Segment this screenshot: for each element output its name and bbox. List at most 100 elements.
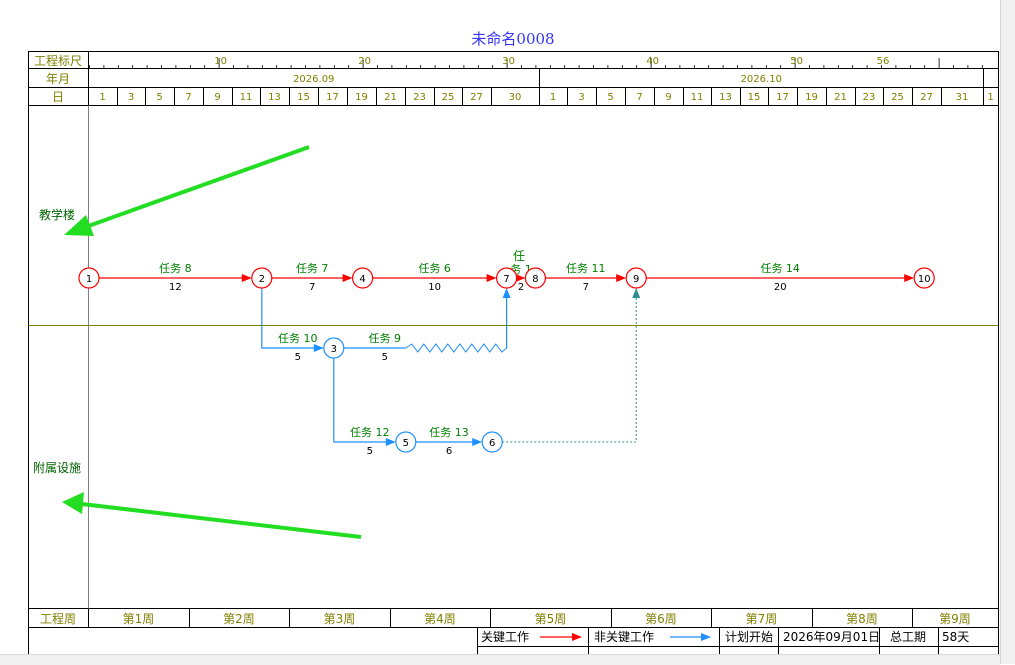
task-name: 任务 14 [760, 262, 800, 275]
day-label: 15 [748, 92, 761, 103]
task-duration: 12 [169, 282, 182, 293]
legend-noncritical-label: 非关键工作 [594, 630, 654, 644]
task-arrowhead [502, 288, 511, 298]
task-duration: 5 [382, 352, 388, 363]
day-label: 11 [691, 92, 704, 103]
annotation-arrow-1 [79, 145, 310, 231]
task-name: 任务 11 [566, 262, 606, 275]
day-label: 17 [776, 92, 789, 103]
month-label: 2026.10 [741, 74, 782, 85]
task-arrowhead [486, 274, 497, 282]
day-label: 1 [99, 92, 105, 103]
day-label: 1 [550, 92, 556, 103]
scale-number: 30 [502, 56, 515, 67]
task-duration: 7 [583, 282, 589, 293]
scale-number: 20 [358, 56, 371, 67]
node-id: 1 [86, 274, 92, 285]
day-row: 1 3 5 7 9 11 13 15 17 19 21 23 25 27 30 1 3 5 7 9 11 13 15 17 19… [99, 87, 994, 106]
task-arrows [99, 274, 915, 446]
task-name: 任务 13 [429, 426, 469, 439]
scale-row: 10 20 30 40 50 56 [89, 56, 983, 68]
day-label: 27 [920, 92, 933, 103]
day-label: 30 [509, 92, 522, 103]
task-arrowhead [313, 344, 324, 352]
node-id: 6 [489, 438, 495, 449]
week-label: 第3周 [324, 612, 356, 626]
annotation-arrow-2 [81, 502, 362, 539]
scale-number: 56 [877, 56, 890, 67]
task-duration: 10 [428, 282, 441, 293]
month-label: 2026.09 [293, 74, 334, 85]
task-arrowhead [616, 274, 627, 282]
day-label: 13 [268, 92, 281, 103]
day-label: 1 [987, 92, 993, 103]
day-label: 21 [834, 92, 847, 103]
week-label: 第7周 [746, 612, 778, 626]
scale-number: 40 [646, 56, 659, 67]
task-arrowhead [385, 438, 396, 446]
task-duration: 7 [309, 282, 315, 293]
task-duration: 5 [295, 352, 301, 363]
task-duration: 2 [518, 282, 524, 293]
day-label: 17 [326, 92, 339, 103]
legend-total-value: 58天 [942, 630, 969, 644]
task-name: 任务 12 [350, 426, 390, 439]
node-id: 4 [359, 274, 365, 285]
day-label: 27 [470, 92, 483, 103]
legend-critical-label: 关键工作 [481, 630, 529, 644]
day-label: 25 [891, 92, 904, 103]
day-label: 9 [665, 92, 671, 103]
legend-critical-arrowhead [572, 633, 582, 641]
day-label: 31 [956, 92, 969, 103]
day-label: 3 [128, 92, 134, 103]
day-label: 21 [384, 92, 397, 103]
day-label: 19 [355, 92, 368, 103]
day-label: 5 [607, 92, 613, 103]
task-name: 任务 8 [159, 262, 192, 275]
day-label: 11 [240, 92, 253, 103]
node-id: 10 [918, 274, 931, 285]
horizontal-scrollbar[interactable] [0, 654, 1000, 665]
day-label: 15 [297, 92, 310, 103]
frame [28, 51, 999, 662]
task-name: 任务 10 [278, 332, 318, 345]
task-name: 任务 9 [369, 332, 402, 345]
free-float-wave [405, 343, 507, 353]
legend-noncritical-arrowhead [701, 633, 711, 641]
task-duration: 20 [774, 282, 787, 293]
annotation-arrowhead-2 [62, 492, 84, 514]
time-scaled-network-chart: 未命名0008 工程标尺 年月 日 工程周 10 20 30 40 50 56 2026.… [28, 30, 999, 662]
day-label: 3 [578, 92, 584, 103]
scale-number: 10 [214, 56, 227, 67]
day-label: 19 [805, 92, 818, 103]
day-label: 13 [719, 92, 732, 103]
task-duration: 6 [446, 446, 452, 457]
node-id: 7 [503, 274, 509, 285]
week-label: 第6周 [645, 612, 677, 626]
day-label: 7 [636, 92, 642, 103]
day-label: 23 [413, 92, 426, 103]
virtual-arrowhead [632, 288, 641, 298]
task-name: 任 [513, 249, 525, 263]
day-label: 5 [156, 92, 162, 103]
week-row: 第1周 第2周 第3周 第4周 第5周 第6周 第7周 第8周 第9周 [123, 608, 971, 628]
scale-row-label: 工程标尺 [34, 53, 82, 68]
vertical-scrollbar[interactable] [1000, 0, 1015, 664]
month-row-label: 年月 [46, 72, 70, 86]
task-arrowhead [342, 274, 353, 282]
task-name: 任务 6 [418, 262, 451, 275]
scale-number: 50 [790, 56, 803, 67]
week-label: 第8周 [846, 612, 878, 626]
lane-label-ancillary: 附属设施 [33, 461, 81, 475]
node-id: 2 [259, 274, 265, 285]
day-row-label: 日 [52, 90, 64, 104]
task-duration: 5 [367, 446, 373, 457]
network-diagram-window: 未命名0008 工程标尺 年月 日 工程周 10 20 30 40 50 56 2026.… [0, 0, 1015, 665]
week-label: 第4周 [424, 612, 456, 626]
day-label: 23 [863, 92, 876, 103]
week-label: 第1周 [123, 612, 155, 626]
week-label: 第9周 [939, 612, 971, 626]
task-arrowhead [904, 274, 915, 282]
day-label: 25 [442, 92, 455, 103]
node-id: 9 [633, 274, 639, 285]
